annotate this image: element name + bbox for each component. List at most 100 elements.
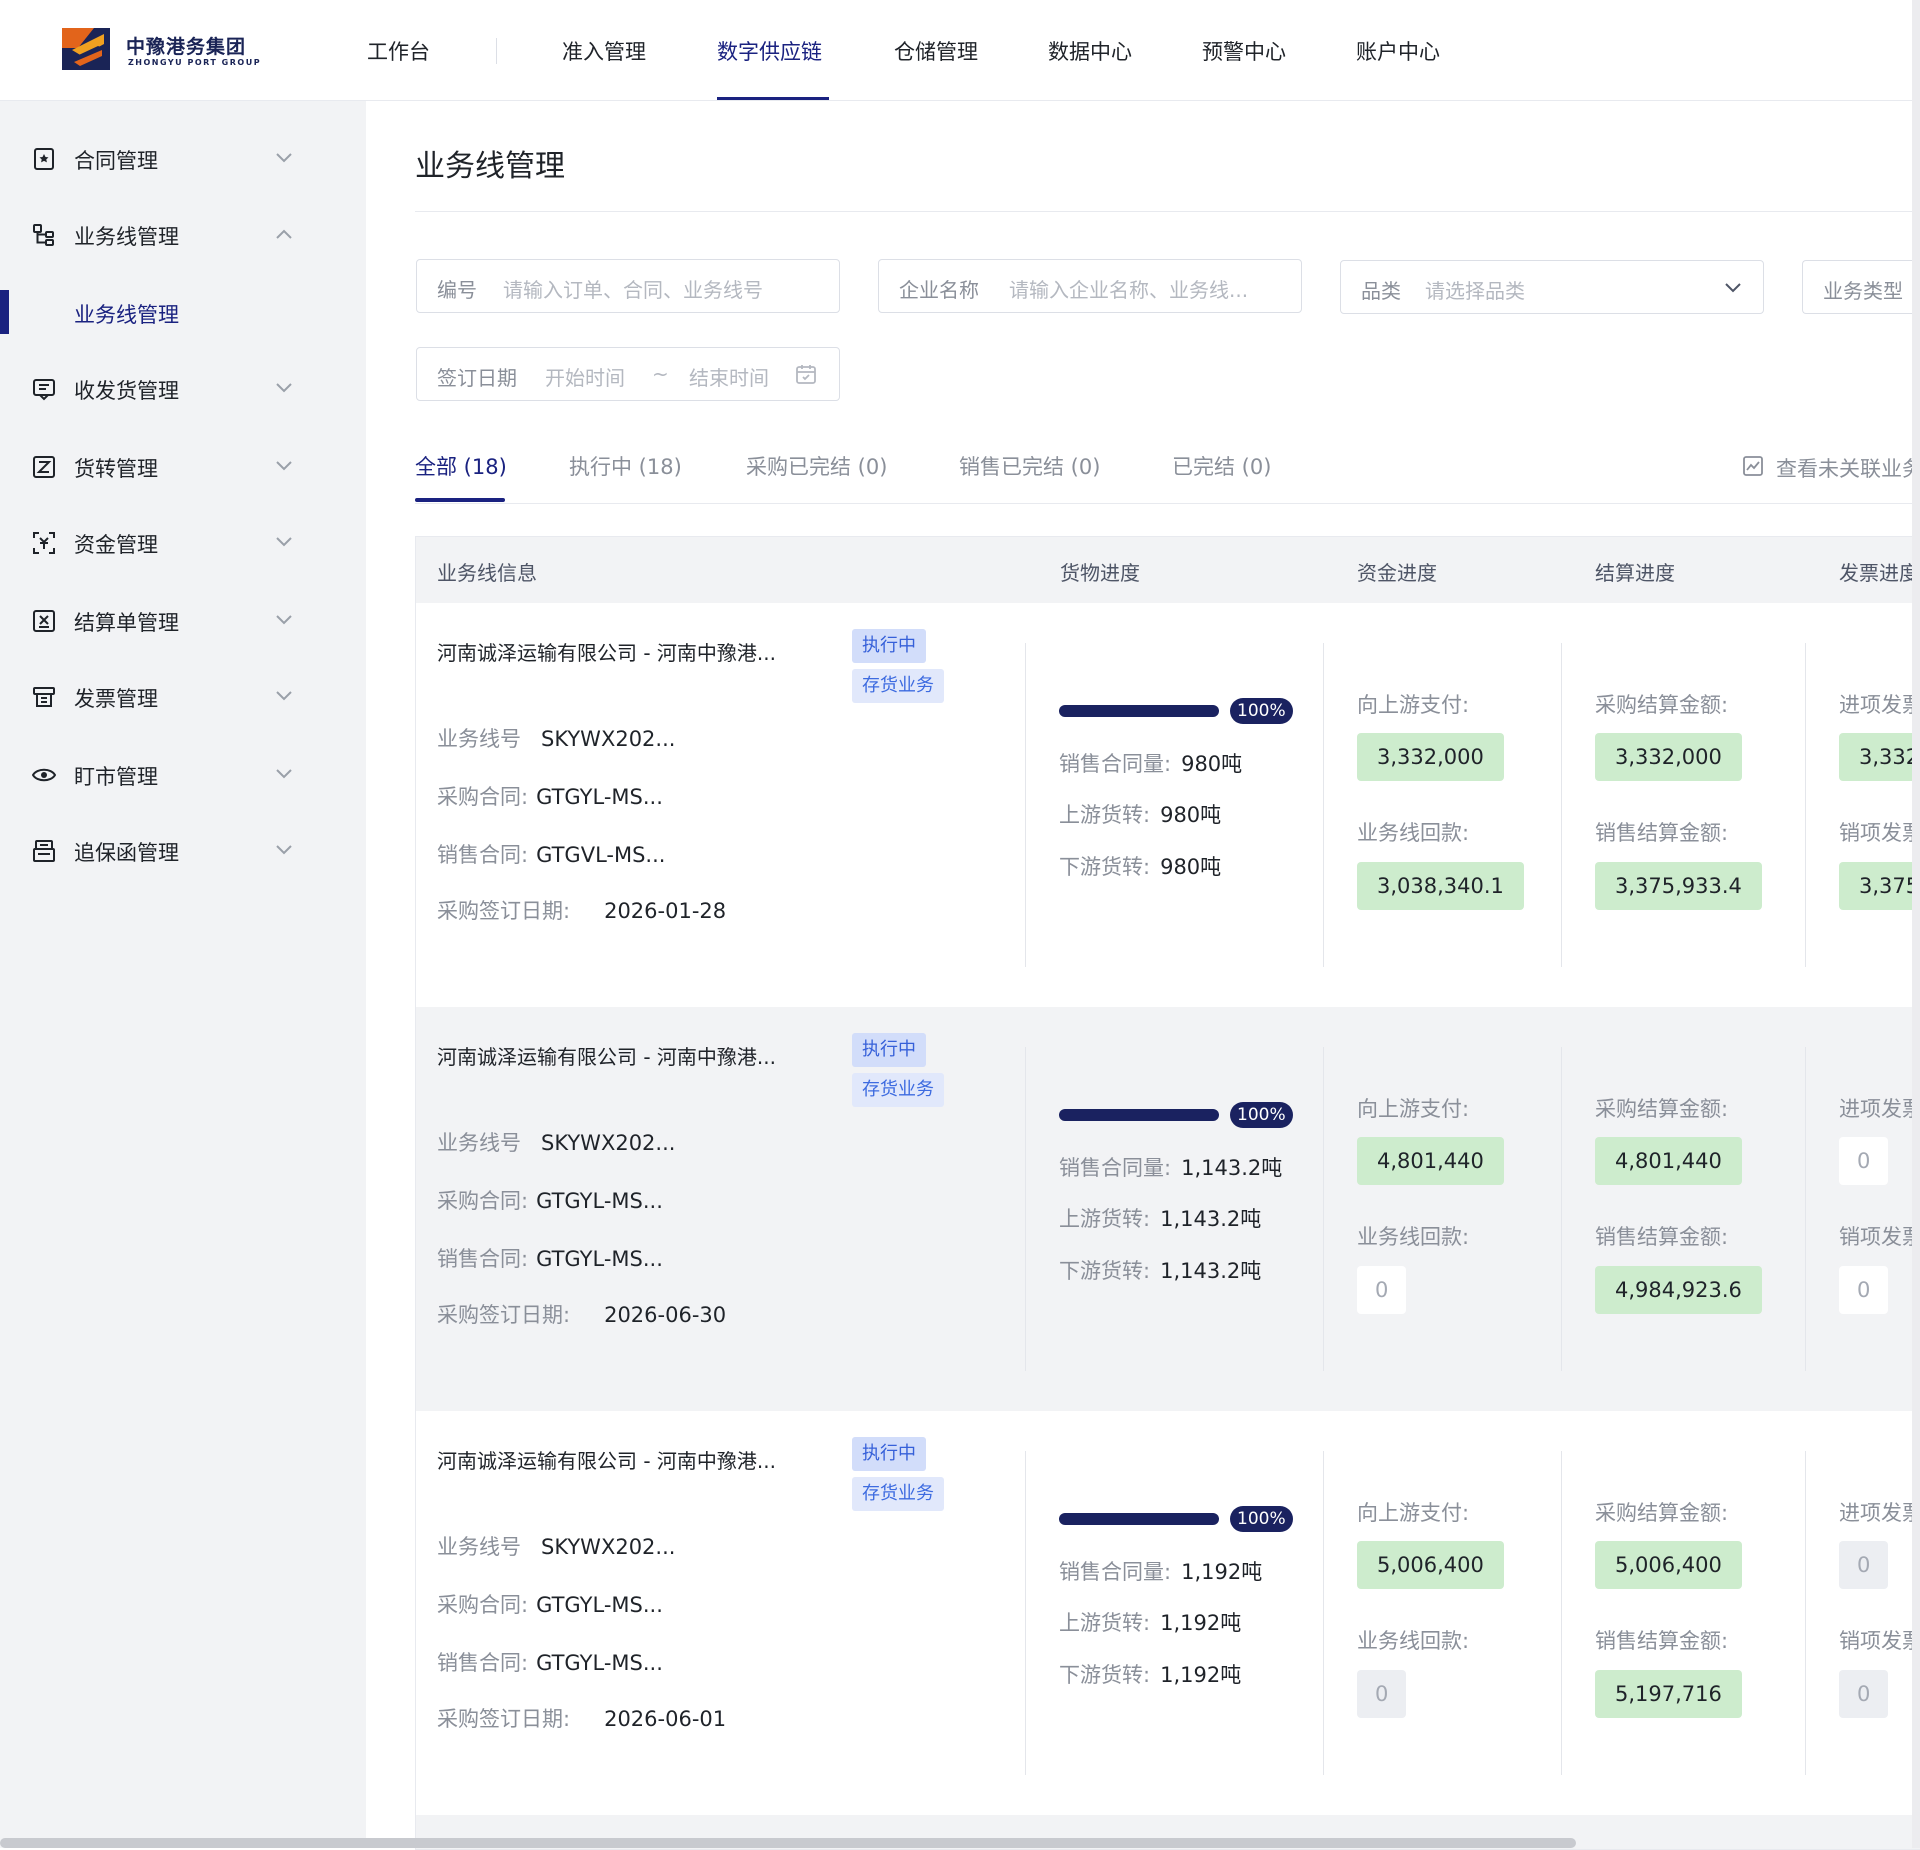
code-filter[interactable]: 编号 请输入订单、合同、业务线号 xyxy=(416,259,840,313)
nav-access[interactable]: 准入管理 xyxy=(562,36,646,66)
downstream-transfer: 下游货转: 1,143.2吨 xyxy=(1059,1259,1262,1283)
sales-settle-value: 5,197,716 xyxy=(1595,1670,1742,1718)
goods-progress-bar xyxy=(1059,1109,1219,1121)
view-unlinked-business-link[interactable]: 查看未关联业务 xyxy=(1743,453,1920,483)
tab-all[interactable]: 全部 (18) xyxy=(415,451,507,481)
output-invoice-value: 3,375,933.4 xyxy=(1839,862,1920,910)
category-select[interactable]: 品类 请选择品类 xyxy=(1340,260,1764,314)
business-line-icon xyxy=(33,224,54,246)
horizontal-scrollbar[interactable] xyxy=(0,1838,1576,1848)
invoice-icon xyxy=(33,687,55,707)
nav-warehouse[interactable]: 仓储管理 xyxy=(894,36,978,66)
line-refund-label: 业务线回款: xyxy=(1357,1629,1470,1653)
column-divider xyxy=(1805,1047,1806,1371)
purchase-contract: 采购合同: GTGYL-MS... xyxy=(437,1593,663,1617)
table-row[interactable]: 河南诚泽运输有限公司 - 河南中豫港... 执行中 存货业务 业务线号 SKYWX… xyxy=(416,603,1920,1007)
type-badge: 存货业务 xyxy=(852,669,944,703)
sidebar-item-guarantee[interactable]: 追保函管理 xyxy=(0,821,366,881)
output-invoice-value: 0 xyxy=(1839,1266,1889,1314)
brand-name: 中豫港务集团 xyxy=(126,36,247,58)
nav-alert-center[interactable]: 预警中心 xyxy=(1202,36,1286,66)
category-select-label: 品类 xyxy=(1361,279,1401,303)
tab-purchase-done[interactable]: 采购已完结 (0) xyxy=(746,451,887,481)
purchase-settle-value: 5,006,400 xyxy=(1595,1541,1742,1589)
company-filter-label: 企业名称 xyxy=(899,278,979,302)
chevron-down-icon xyxy=(1725,283,1741,293)
chevron-down-icon xyxy=(276,691,292,701)
column-divider xyxy=(1561,1047,1562,1371)
pay-upstream-value: 4,801,440 xyxy=(1357,1137,1504,1185)
output-invoice-label: 销项发票 xyxy=(1839,1629,1920,1653)
nav-digital-supply-chain[interactable]: 数字供应链 xyxy=(717,36,822,66)
chevron-down-icon xyxy=(276,615,292,625)
sidebar-item-label: 合同管理 xyxy=(74,149,158,173)
funds-icon xyxy=(33,532,55,554)
sidebar-item-funds[interactable]: 资金管理 xyxy=(0,513,366,573)
company-filter-input[interactable]: 请输入企业名称、业务线... xyxy=(1009,274,1289,303)
input-invoice-label: 进项发票 xyxy=(1839,1097,1920,1121)
code-filter-label: 编号 xyxy=(437,278,477,302)
column-divider xyxy=(1323,643,1324,967)
table-row[interactable]: 河南诚泽运输有限公司 - 河南中豫港... 执行中 存货业务 业务线号 SKYWX… xyxy=(416,1411,1920,1815)
nav-workbench[interactable]: 工作台 xyxy=(367,36,430,66)
sidebar-item-contract[interactable]: 合同管理 xyxy=(0,129,366,189)
guarantee-icon xyxy=(33,840,55,862)
tab-completed[interactable]: 已完结 (0) xyxy=(1172,451,1271,481)
chevron-down-icon xyxy=(276,769,292,779)
sidebar-item-label: 收发货管理 xyxy=(74,379,179,403)
business-line-table: 业务线信息 货物进度 资金进度 结算进度 发票进度 河南诚泽运输有限公司 - 河… xyxy=(415,536,1920,1850)
header-business-line-info: 业务线信息 xyxy=(437,561,537,585)
company-name[interactable]: 河南诚泽运输有限公司 - 河南中豫港... xyxy=(437,1041,776,1070)
line-refund-label: 业务线回款: xyxy=(1357,821,1470,845)
tab-sales-done[interactable]: 销售已完结 (0) xyxy=(959,451,1100,481)
nav-data-center[interactable]: 数据中心 xyxy=(1048,36,1132,66)
code-filter-input[interactable]: 请输入订单、合同、业务线号 xyxy=(503,274,823,303)
sidebar-item-shipping[interactable]: 收发货管理 xyxy=(0,359,366,419)
purchase-settle-value: 3,332,000 xyxy=(1595,733,1742,781)
sidebar-subitem-business-line[interactable]: 业务线管理 xyxy=(0,290,366,334)
column-divider xyxy=(1025,1451,1026,1775)
sidebar-item-label: 结算单管理 xyxy=(74,611,179,635)
column-divider xyxy=(1323,1451,1324,1775)
sidebar-subitem-label: 业务线管理 xyxy=(74,303,179,327)
upstream-transfer: 上游货转: 980吨 xyxy=(1059,803,1222,827)
sidebar-item-label: 货转管理 xyxy=(74,457,158,481)
type-badge: 存货业务 xyxy=(852,1477,944,1511)
view-unlinked-business-label: 查看未关联业务 xyxy=(1776,457,1920,481)
vertical-scrollbar[interactable] xyxy=(1912,0,1920,1848)
sidebar-item-business-line[interactable]: 业务线管理 xyxy=(0,205,366,265)
end-date-input[interactable]: 结束时间 xyxy=(689,362,769,391)
sales-contract-qty: 销售合同量: 1,192吨 xyxy=(1059,1560,1263,1584)
output-invoice-value: 0 xyxy=(1839,1670,1889,1718)
company-filter[interactable]: 企业名称 请输入企业名称、业务线... xyxy=(878,259,1302,313)
pay-upstream-label: 向上游支付: xyxy=(1357,1097,1470,1121)
brand-logo[interactable]: 中豫港务集团 ZHONGYU PORT GROUP xyxy=(58,22,268,78)
sales-contract: 销售合同: GTGYL-MS... xyxy=(437,1247,663,1271)
purchase-settle-label: 采购结算金额: xyxy=(1595,1501,1729,1525)
business-type-select[interactable]: 业务类型 xyxy=(1802,260,1920,314)
company-name[interactable]: 河南诚泽运输有限公司 - 河南中豫港... xyxy=(437,1445,776,1474)
sidebar-item-invoice[interactable]: 发票管理 xyxy=(0,667,366,727)
calendar-icon[interactable] xyxy=(795,363,817,385)
purchase-sign-date: 采购签订日期: 2026-01-28 xyxy=(437,899,727,923)
sidebar-item-mark-to-market[interactable]: 盯市管理 xyxy=(0,745,366,805)
nav-account-center[interactable]: 账户中心 xyxy=(1356,36,1440,66)
sign-date-range[interactable]: 签订日期 开始时间 ~ 结束时间 xyxy=(416,347,840,401)
purchase-contract: 采购合同: GTGYL-MS... xyxy=(437,785,663,809)
table-row[interactable]: 河南诚泽运输有限公司 - 河南中豫港... 执行中 存货业务 业务线号 SKYWX… xyxy=(416,1007,1920,1411)
sidebar-item-settlement[interactable]: 结算单管理 xyxy=(0,591,366,651)
pay-upstream-value: 5,006,400 xyxy=(1357,1541,1504,1589)
date-range-separator: ~ xyxy=(652,362,669,386)
sidebar: 合同管理 业务线管理 业务线管理 收发货管理 货转管理 资金管理 结算单管理 发… xyxy=(0,101,366,1848)
purchase-contract: 采购合同: GTGYL-MS... xyxy=(437,1189,663,1213)
start-date-input[interactable]: 开始时间 xyxy=(545,362,625,391)
sidebar-item-transfer[interactable]: 货转管理 xyxy=(0,437,366,497)
pay-upstream-label: 向上游支付: xyxy=(1357,1501,1470,1525)
purchase-settle-value: 4,801,440 xyxy=(1595,1137,1742,1185)
chart-icon xyxy=(1743,456,1763,476)
header-invoice-progress: 发票进度 xyxy=(1839,561,1919,585)
tab-executing[interactable]: 执行中 (18) xyxy=(569,451,682,481)
title-divider xyxy=(415,211,1920,212)
column-divider xyxy=(1805,643,1806,967)
company-name[interactable]: 河南诚泽运输有限公司 - 河南中豫港... xyxy=(437,637,776,666)
